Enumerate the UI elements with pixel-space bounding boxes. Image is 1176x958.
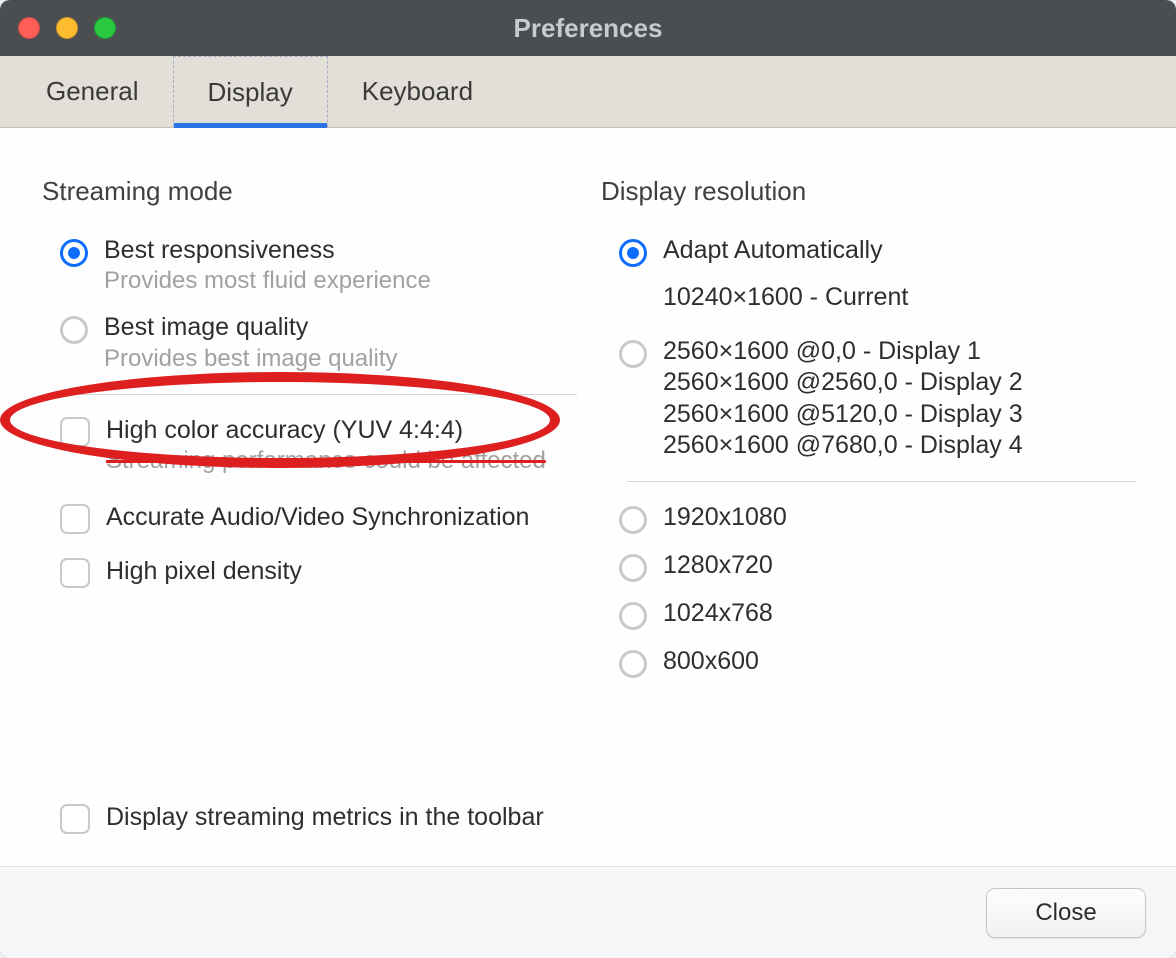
- close-window-icon[interactable]: [18, 17, 40, 39]
- radio-best-image-quality[interactable]: Best image quality Provides best image q…: [42, 306, 581, 383]
- checkbox-icon: [60, 417, 90, 447]
- display-pane: Streaming mode Best responsiveness Provi…: [0, 128, 1176, 866]
- option-hint: Provides best image quality: [104, 344, 397, 374]
- radio-res-1280x720[interactable]: 1280x720: [601, 544, 1140, 592]
- option-text: 2560×1600 @0,0 - Display 1 2560×1600 @25…: [663, 336, 1023, 461]
- radio-res-800x600[interactable]: 800x600: [601, 640, 1140, 688]
- display-line: 2560×1600 @5120,0 - Display 3: [663, 399, 1023, 430]
- window-title: Preferences: [0, 13, 1176, 44]
- streaming-mode-title: Streaming mode: [42, 176, 581, 207]
- option-label: Best image quality: [104, 312, 397, 343]
- radio-icon: [619, 239, 647, 267]
- checkbox-high-pixel-density[interactable]: High pixel density: [42, 550, 581, 598]
- option-text: Best image quality Provides best image q…: [104, 312, 397, 373]
- streaming-mode-section: Streaming mode Best responsiveness Provi…: [42, 176, 581, 866]
- current-resolution-text: 10240×1600 - Current: [601, 283, 1140, 312]
- display-resolution-section: Display resolution Adapt Automatically 1…: [601, 176, 1140, 866]
- option-hint: Provides most fluid experience: [104, 266, 431, 296]
- tab-display[interactable]: Display: [173, 56, 328, 127]
- radio-icon: [619, 340, 647, 368]
- radio-icon: [619, 506, 647, 534]
- option-label: Display streaming metrics in the toolbar: [106, 802, 544, 833]
- radio-adapt-automatically[interactable]: Adapt Automatically: [601, 229, 1140, 277]
- divider: [68, 394, 577, 395]
- tab-keyboard[interactable]: Keyboard: [328, 56, 507, 127]
- radio-icon: [619, 554, 647, 582]
- window-controls: [18, 17, 116, 39]
- option-label: Adapt Automatically: [663, 235, 883, 266]
- checkbox-accurate-av-sync[interactable]: Accurate Audio/Video Synchronization: [42, 486, 581, 550]
- option-label: 1280x720: [663, 550, 773, 581]
- zoom-window-icon[interactable]: [94, 17, 116, 39]
- tab-general[interactable]: General: [12, 56, 173, 127]
- radio-best-responsiveness[interactable]: Best responsiveness Provides most fluid …: [42, 229, 581, 306]
- display-resolution-title: Display resolution: [601, 176, 1140, 207]
- option-label: Accurate Audio/Video Synchronization: [106, 502, 529, 533]
- checkbox-icon: [60, 804, 90, 834]
- close-button[interactable]: Close: [986, 888, 1146, 938]
- option-label: High pixel density: [106, 556, 302, 587]
- checkbox-display-metrics[interactable]: Display streaming metrics in the toolbar: [60, 796, 544, 844]
- radio-icon: [60, 316, 88, 344]
- checkbox-icon: [60, 504, 90, 534]
- option-text: High color accuracy (YUV 4:4:4) Streamin…: [106, 415, 546, 476]
- display-line: 2560×1600 @7680,0 - Display 4: [663, 430, 1023, 461]
- divider: [627, 481, 1136, 482]
- preferences-window: Preferences General Display Keyboard Str…: [0, 0, 1176, 958]
- option-hint: Streaming performance could be affected: [106, 446, 546, 476]
- radio-icon: [60, 239, 88, 267]
- display-line: 2560×1600 @2560,0 - Display 2: [663, 367, 1023, 398]
- minimize-window-icon[interactable]: [56, 17, 78, 39]
- titlebar: Preferences: [0, 0, 1176, 56]
- radio-icon: [619, 650, 647, 678]
- radio-icon: [619, 602, 647, 630]
- radio-res-1920x1080[interactable]: 1920x1080: [601, 496, 1140, 544]
- radio-per-display-group[interactable]: 2560×1600 @0,0 - Display 1 2560×1600 @25…: [601, 330, 1140, 471]
- radio-res-1024x768[interactable]: 1024x768: [601, 592, 1140, 640]
- checkbox-high-color-accuracy[interactable]: High color accuracy (YUV 4:4:4) Streamin…: [42, 409, 581, 486]
- option-label: 800x600: [663, 646, 759, 677]
- checkbox-icon: [60, 558, 90, 588]
- dialog-footer: Close: [0, 866, 1176, 958]
- option-label: 1920x1080: [663, 502, 787, 533]
- tabstrip: General Display Keyboard: [0, 56, 1176, 128]
- option-text: Best responsiveness Provides most fluid …: [104, 235, 431, 296]
- option-label: High color accuracy (YUV 4:4:4): [106, 415, 546, 446]
- option-label: 1024x768: [663, 598, 773, 629]
- option-label: Best responsiveness: [104, 235, 431, 266]
- display-line: 2560×1600 @0,0 - Display 1: [663, 336, 1023, 367]
